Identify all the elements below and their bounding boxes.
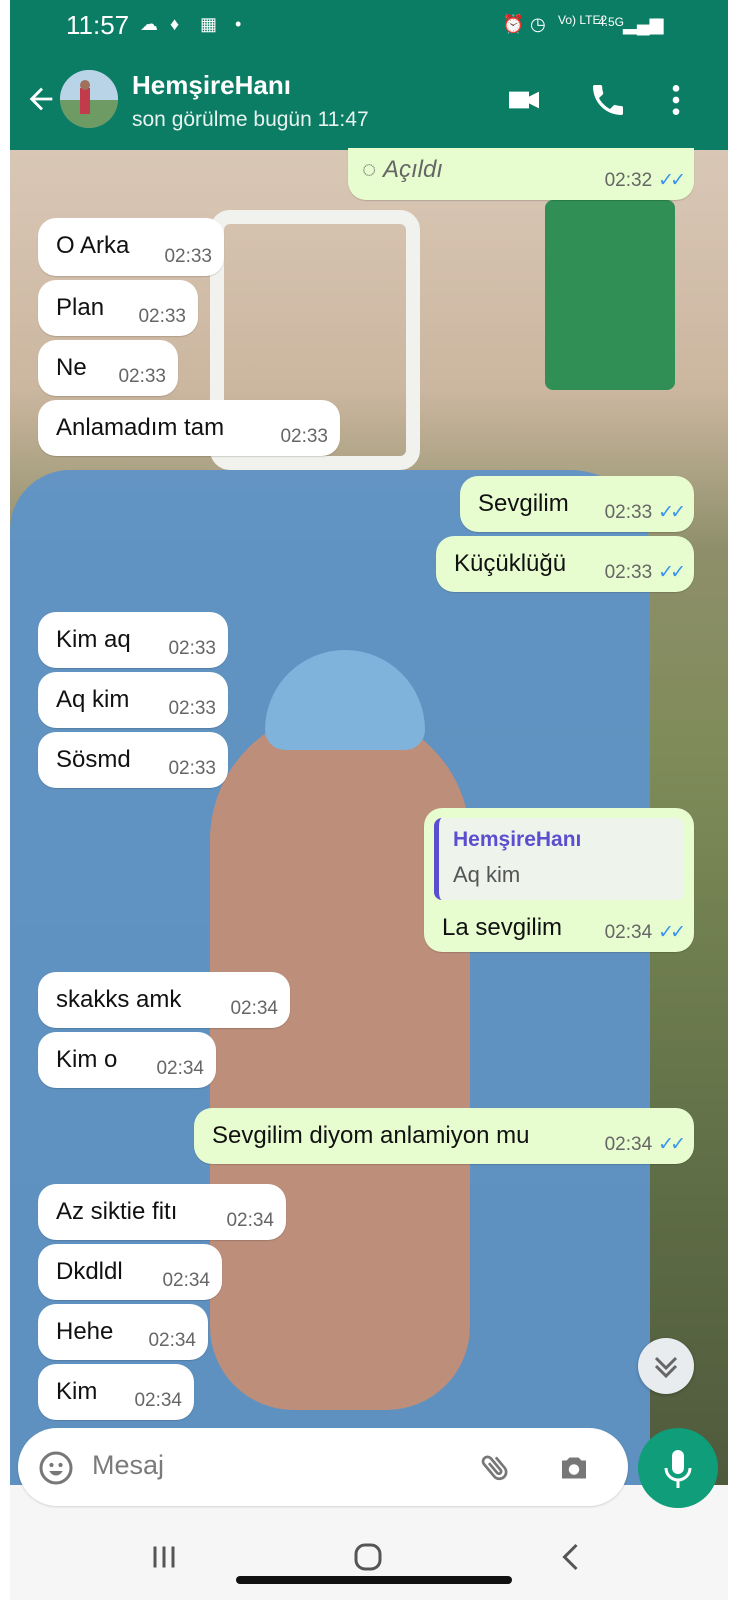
camera-icon[interactable] — [556, 1450, 592, 1486]
message-text: Dkdldl — [56, 1258, 123, 1285]
message-bubble-incoming[interactable]: Kim 02:34 — [38, 1364, 194, 1420]
quoted-message[interactable]: HemşireHanı Aq kim — [434, 818, 684, 900]
message-time: 02:34 — [230, 998, 278, 1019]
message-time: 02:33 — [168, 638, 216, 659]
message-time: 02:34 — [148, 1330, 196, 1351]
message-bubble-outgoing-reply[interactable]: HemşireHanı Aq kim La sevgilim 02:34 ✓✓ — [424, 808, 694, 952]
double-chevron-down-icon — [654, 1356, 678, 1379]
recent-apps-icon[interactable] — [146, 1539, 182, 1575]
avatar[interactable] — [60, 70, 118, 128]
message-bubble-outgoing[interactable]: Sevgilim diyom anlamiyon mu 02:34 ✓✓ — [194, 1108, 694, 1164]
message-bubble-incoming[interactable]: Plan 02:33 — [38, 280, 198, 336]
message-bubble-incoming[interactable]: Anlamadım tam 02:33 — [38, 400, 340, 456]
microphone-icon — [664, 1450, 692, 1488]
message-time: 02:34 — [134, 1390, 182, 1411]
emoji-icon[interactable] — [38, 1450, 74, 1486]
more-options-icon[interactable] — [656, 80, 696, 120]
message-bubble-incoming[interactable]: Ne 02:33 — [38, 340, 178, 396]
message-time: 02:33 — [168, 698, 216, 719]
message-bubble-incoming[interactable]: Hehe 02:34 — [38, 1304, 208, 1360]
status-bar: 11:57 ☁ ♦ ▦ • ⏰ ◷ Vo) LTE2 4.5G ▂▄▆ ▮ — [10, 0, 728, 50]
message-bubble-outgoing[interactable]: Küçüklüğü 02:33 ✓✓ — [436, 536, 694, 592]
message-time: 02:34 — [604, 922, 653, 943]
read-receipt-icon: ✓✓ — [658, 502, 686, 523]
scroll-to-bottom-button[interactable] — [638, 1338, 694, 1394]
voice-record-button[interactable] — [638, 1428, 718, 1508]
message-bubble-incoming[interactable]: skakks amk 02:34 — [38, 972, 290, 1028]
battery-icon: ▮ — [652, 14, 662, 34]
message-text: La sevgilim — [442, 914, 563, 941]
message-bubble-incoming[interactable]: Aq kim 02:33 — [38, 672, 228, 728]
message-time: 02:32 — [604, 170, 653, 191]
message-text: O Arka — [56, 232, 130, 259]
message-composer: Mesaj — [18, 1428, 628, 1506]
message-text: Plan — [56, 294, 105, 321]
status-time: 11:57 — [66, 10, 130, 40]
dot-icon: • — [235, 14, 242, 34]
message-text: Ne — [56, 354, 87, 381]
message-text: Hehe — [56, 1318, 114, 1345]
message-text: Kim — [56, 1378, 98, 1405]
chat-header: HemşireHanı son görülme bugün 11:47 — [10, 50, 728, 150]
message-bubble-incoming[interactable]: Az siktie fitı 02:34 — [38, 1184, 286, 1240]
message-text: Sevgilim — [478, 490, 569, 517]
attachment-icon[interactable] — [478, 1450, 514, 1486]
message-text: Açıldı — [382, 156, 443, 183]
quoted-author: HemşireHanı — [453, 828, 582, 851]
message-text: Kim aq — [56, 626, 131, 653]
opened-status-icon: ◌ — [362, 156, 383, 183]
alarm-icon: ⏰ — [502, 14, 525, 34]
message-text: Kim o — [56, 1046, 118, 1073]
weather-icon: ☁ — [140, 14, 158, 34]
net-type-label: 4.5G — [598, 15, 625, 29]
message-text: Anlamadım tam — [56, 414, 225, 441]
system-navigation-bar — [10, 1515, 728, 1600]
message-bubble-incoming[interactable]: Sösmd 02:33 — [38, 732, 228, 788]
quoted-text: Aq kim — [453, 862, 521, 887]
back-nav-icon[interactable] — [554, 1539, 590, 1575]
read-receipt-icon: ✓✓ — [658, 922, 686, 943]
message-time: 02:33 — [168, 758, 216, 779]
last-seen-status: son görülme bugün 11:47 — [132, 108, 369, 131]
message-text: Küçüklüğü — [454, 550, 567, 577]
video-call-icon[interactable] — [504, 80, 544, 120]
contact-name[interactable]: HemşireHanı — [132, 70, 291, 101]
message-text: skakks amk — [56, 986, 182, 1013]
message-text: Az siktie fitı — [56, 1198, 178, 1225]
message-bubble-outgoing[interactable]: ◌ Açıldı 02:32 ✓✓ — [348, 148, 694, 200]
message-input[interactable]: Mesaj — [92, 1450, 164, 1481]
message-time: 02:33 — [604, 502, 653, 523]
notification-icon: ♦ — [170, 14, 180, 34]
message-time: 02:34 — [604, 1134, 653, 1155]
message-time: 02:33 — [280, 426, 328, 447]
message-time: 02:33 — [604, 562, 653, 583]
message-bubble-incoming[interactable]: O Arka 02:33 — [38, 218, 224, 276]
read-receipt-icon: ✓✓ — [658, 562, 686, 583]
message-time: 02:34 — [226, 1210, 274, 1231]
message-time: 02:33 — [118, 366, 166, 387]
message-time: 02:34 — [162, 1270, 210, 1291]
read-receipt-icon: ✓✓ — [658, 1134, 686, 1155]
message-text: Aq kim — [56, 686, 130, 713]
phone-call-icon[interactable] — [588, 80, 628, 120]
home-icon[interactable] — [350, 1539, 386, 1575]
back-arrow-icon[interactable] — [24, 82, 58, 116]
phone-screen: 11:57 ☁ ♦ ▦ • ⏰ ◷ Vo) LTE2 4.5G ▂▄▆ ▮ He… — [10, 0, 728, 1600]
message-time: 02:33 — [138, 306, 186, 327]
message-text: Sevgilim diyom anlamiyon mu — [212, 1122, 530, 1149]
gesture-handle[interactable] — [236, 1576, 512, 1584]
app-icon: ▦ — [200, 14, 218, 34]
message-bubble-outgoing[interactable]: Sevgilim 02:33 ✓✓ — [460, 476, 694, 532]
read-receipt-icon: ✓✓ — [658, 170, 686, 191]
message-bubble-incoming[interactable]: Kim o 02:34 — [38, 1032, 216, 1088]
message-time: 02:33 — [164, 246, 212, 267]
message-bubble-incoming[interactable]: Dkdldl 02:34 — [38, 1244, 222, 1300]
message-text: Sösmd — [56, 746, 131, 773]
message-bubble-incoming[interactable]: Kim aq 02:33 — [38, 612, 228, 668]
message-time: 02:34 — [156, 1058, 204, 1079]
clock-icon: ◷ — [530, 14, 546, 34]
